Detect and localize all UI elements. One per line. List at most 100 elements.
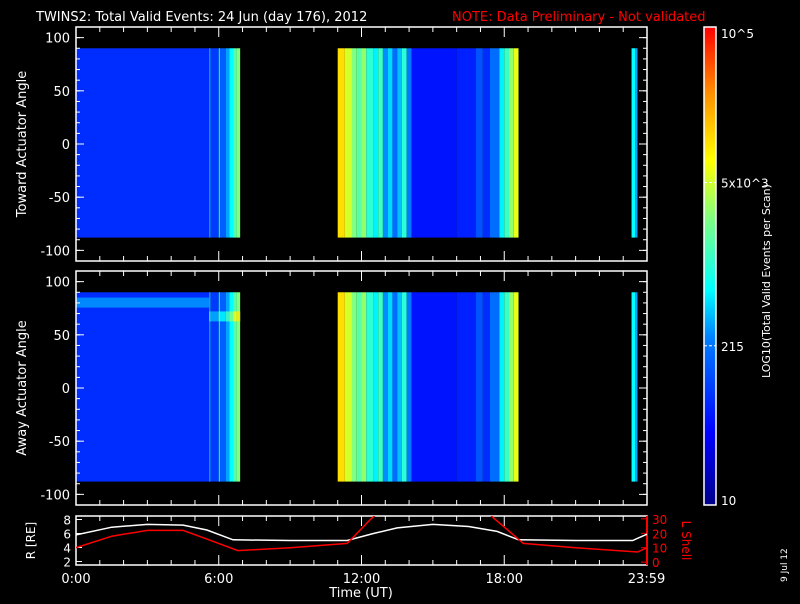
x-tick-label: 23:59 xyxy=(628,572,665,587)
spectrogram-band xyxy=(225,311,230,322)
r-tick-label: 4 xyxy=(63,542,71,556)
spectrogram-band xyxy=(236,311,241,322)
spectrogram-cell xyxy=(229,48,234,238)
panel-1: 100 50 0 -50 -100 Toward Actuator Angle xyxy=(15,26,648,262)
spectrogram-cell xyxy=(356,292,362,482)
y-tick-label: 100 xyxy=(45,32,70,47)
spectrogram-cell xyxy=(361,292,367,482)
spectrogram-cell xyxy=(351,48,357,238)
spectrogram-cell xyxy=(219,48,226,238)
spectrogram-cell xyxy=(387,48,393,238)
spectrogram-cell xyxy=(482,48,490,238)
y-tick-label: -100 xyxy=(40,244,70,259)
spectrogram-cell xyxy=(631,292,636,482)
y-tick-label: 0 xyxy=(62,382,70,397)
spectrogram-cell xyxy=(351,292,357,482)
spectrogram-cell xyxy=(387,292,393,482)
colorbar-tick-label: 10^5 xyxy=(721,27,754,41)
spectrogram-cell xyxy=(337,292,345,482)
spectrogram-cell xyxy=(392,292,398,482)
spectrogram-cell xyxy=(406,48,412,238)
spectrogram-band xyxy=(229,311,234,322)
r-tick-label: 6 xyxy=(63,528,71,542)
spectrogram-cell xyxy=(366,48,374,238)
spectrogram-cell xyxy=(456,292,476,482)
spectrogram-cell xyxy=(233,48,237,238)
spectrogram-band xyxy=(76,297,210,308)
spectrogram-cell xyxy=(397,292,402,482)
spectrogram-cell xyxy=(509,48,514,238)
spectrogram-band xyxy=(233,311,237,322)
r-tick-label: 8 xyxy=(63,514,71,528)
l-tick-label: 0 xyxy=(652,556,660,570)
colorbar-tick-label: 10 xyxy=(721,494,736,508)
spectrogram-cell xyxy=(509,292,514,482)
spectrogram-cell xyxy=(225,48,230,238)
panel-2: 100 50 0 -50 -100 Away Actuator Angle xyxy=(15,270,648,506)
spectrogram-cell xyxy=(378,48,383,238)
spectrogram-cell xyxy=(499,292,505,482)
spectrogram-cell xyxy=(513,292,519,482)
y-tick-label: 50 xyxy=(53,85,70,100)
colorbar xyxy=(703,26,717,506)
spectrogram-cell xyxy=(489,48,500,238)
r-axis-label: R [RE] xyxy=(24,522,38,559)
x-tick-label: 12:00 xyxy=(343,572,380,587)
r-tick-label: 2 xyxy=(63,556,71,570)
twins-chart: TWINS2: Total Valid Events: 24 Jun (day … xyxy=(15,10,790,601)
l-tick-label: 30 xyxy=(652,513,667,527)
y-tick-label: -100 xyxy=(40,488,70,503)
chart-title: TWINS2: Total Valid Events: 24 Jun (day … xyxy=(35,10,367,25)
y-tick-label: 50 xyxy=(53,329,70,344)
spectrogram-cell xyxy=(475,48,483,238)
spectrogram-cell xyxy=(236,48,241,238)
spectrogram-cell xyxy=(504,292,510,482)
spectrogram-cell xyxy=(635,48,638,238)
l-tick-label: 10 xyxy=(652,542,667,556)
chart-note: NOTE: Data Preliminary - Not validated xyxy=(452,10,706,25)
y-axis-label: Away Actuator Angle xyxy=(15,320,30,455)
spectrogram-cell xyxy=(499,48,505,238)
l-tick-label: 20 xyxy=(652,527,667,541)
spectrogram-cell xyxy=(76,292,210,482)
spectrogram-cell xyxy=(378,292,383,482)
footer-date: 9 Jul 12 xyxy=(780,548,790,582)
spectrogram-cell xyxy=(635,292,638,482)
spectrogram-cell xyxy=(411,48,457,238)
spectrogram-cell xyxy=(382,48,388,238)
spectrogram-cell xyxy=(392,48,398,238)
spectrogram-cell xyxy=(366,292,374,482)
spectrogram-cell xyxy=(475,292,483,482)
spectrogram-cell xyxy=(411,292,457,482)
spectrogram-band xyxy=(209,311,211,322)
spectrogram-cell xyxy=(456,48,476,238)
spectrogram-cell xyxy=(382,292,388,482)
spectrogram-cell xyxy=(344,48,352,238)
y-tick-label: 0 xyxy=(62,138,70,153)
y-tick-label: -50 xyxy=(49,435,70,450)
r-distance-line xyxy=(76,523,647,542)
y-axis-label: Toward Actuator Angle xyxy=(15,71,30,218)
spectrogram-cell xyxy=(513,48,519,238)
l-shell-axis-label: L Shell xyxy=(679,521,693,561)
x-tick-label: 6:00 xyxy=(204,572,233,587)
spectrogram-cell xyxy=(337,48,345,238)
spectrogram-cell xyxy=(76,48,210,238)
spectrogram-cell xyxy=(401,48,407,238)
spectrogram-cell xyxy=(356,48,362,238)
y-tick-label: 100 xyxy=(45,276,70,291)
spectrogram-cell xyxy=(218,48,220,238)
spectrogram-cell xyxy=(361,48,367,238)
spectrogram-band xyxy=(218,311,220,322)
spectrogram-cell xyxy=(373,48,379,238)
colorbar-tick-label: 215 xyxy=(721,340,744,354)
spectrogram-band xyxy=(219,311,226,322)
spectrogram-cell xyxy=(397,48,402,238)
x-tick-label: 0:00 xyxy=(61,572,90,587)
y-tick-label: -50 xyxy=(49,191,70,206)
spectrogram-cell xyxy=(504,48,510,238)
spectrogram-cell xyxy=(482,292,490,482)
spectrogram-cell xyxy=(631,48,636,238)
x-tick-label: 18:00 xyxy=(486,572,523,587)
spectrogram-cell xyxy=(373,292,379,482)
